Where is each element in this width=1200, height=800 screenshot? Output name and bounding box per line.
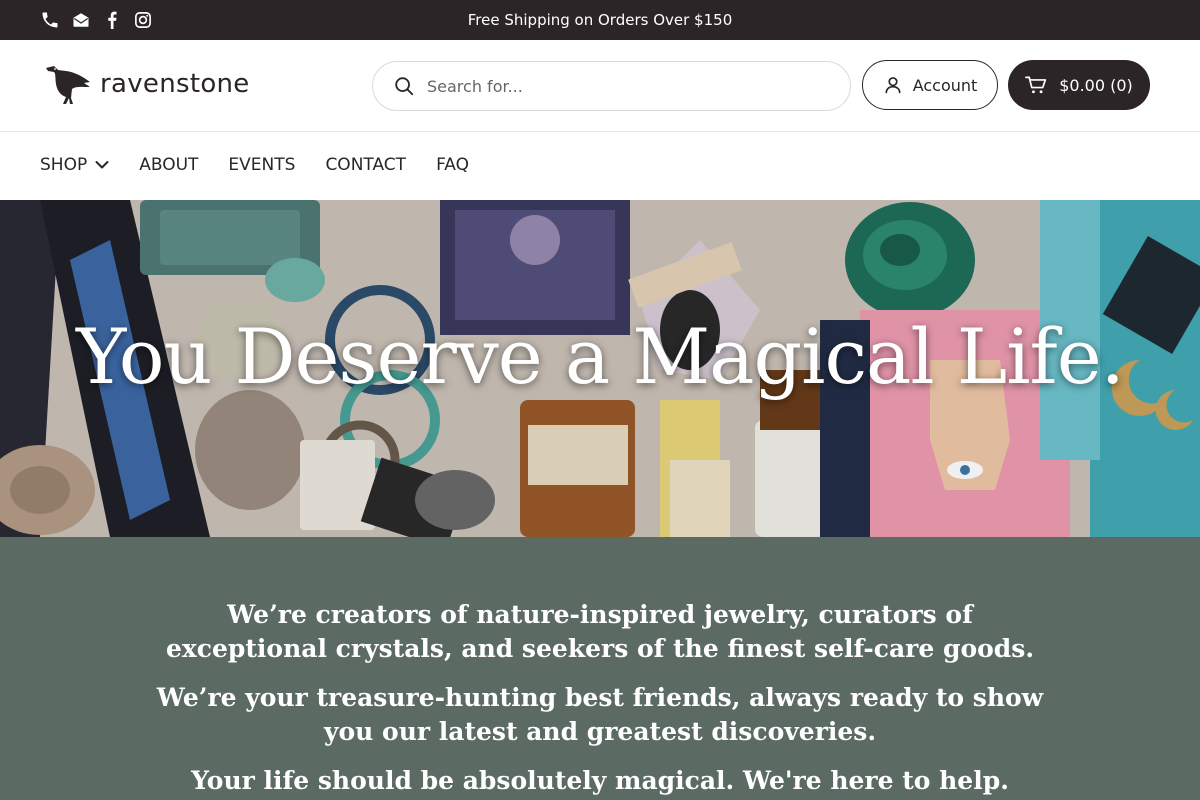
hero-banner[interactable]: You Deserve a Magical Life. bbox=[0, 200, 1200, 537]
logo-wordmark: ravenstone bbox=[100, 69, 250, 99]
cart-button[interactable]: $0.00 (0) bbox=[1008, 60, 1150, 110]
nav-item-label: CONTACT bbox=[325, 155, 407, 175]
nav-item-about[interactable]: ABOUT bbox=[139, 155, 198, 175]
nav-item-shop[interactable]: SHOP bbox=[40, 155, 109, 175]
account-label: Account bbox=[912, 75, 978, 95]
announcement-text: Free Shipping on Orders Over $150 bbox=[467, 11, 733, 29]
cart-icon bbox=[1025, 76, 1047, 94]
raven-logo-icon bbox=[46, 66, 90, 104]
account-button[interactable]: Account bbox=[862, 60, 998, 110]
intro-paragraph-3: Your life should be absolutely magical. … bbox=[191, 766, 1009, 795]
nav-item-contact[interactable]: CONTACT bbox=[325, 155, 406, 175]
intro-section: We’re creators of nature-inspired jewelr… bbox=[0, 537, 1200, 800]
site-header: ravenstone Account $0.00 (0) bbox=[0, 40, 1200, 132]
nav-item-label: SHOP bbox=[40, 155, 88, 175]
cart-total: $0.00 (0) bbox=[1059, 75, 1133, 95]
main-nav: SHOP ABOUT EVENTS CONTACT FAQ bbox=[0, 133, 1200, 200]
user-icon bbox=[885, 77, 901, 94]
nav-item-faq[interactable]: FAQ bbox=[436, 155, 469, 175]
search-bar[interactable] bbox=[372, 61, 851, 111]
hero-headline: You Deserve a Magical Life. bbox=[76, 312, 1125, 401]
search-input[interactable] bbox=[427, 76, 827, 96]
nav-item-label: FAQ bbox=[436, 155, 469, 175]
search-icon bbox=[395, 77, 414, 96]
nav-item-events[interactable]: EVENTS bbox=[228, 155, 295, 175]
logo[interactable]: ravenstone bbox=[44, 62, 250, 106]
nav-item-label: EVENTS bbox=[228, 155, 296, 175]
announcement-bar: Free Shipping on Orders Over $150 bbox=[0, 0, 1200, 40]
intro-paragraph-1: We’re creators of nature-inspired jewelr… bbox=[165, 600, 1035, 663]
intro-paragraph-2: We’re your treasure-hunting best friends… bbox=[156, 683, 1044, 746]
nav-item-label: ABOUT bbox=[139, 155, 199, 175]
chevron-down-icon bbox=[95, 161, 109, 169]
